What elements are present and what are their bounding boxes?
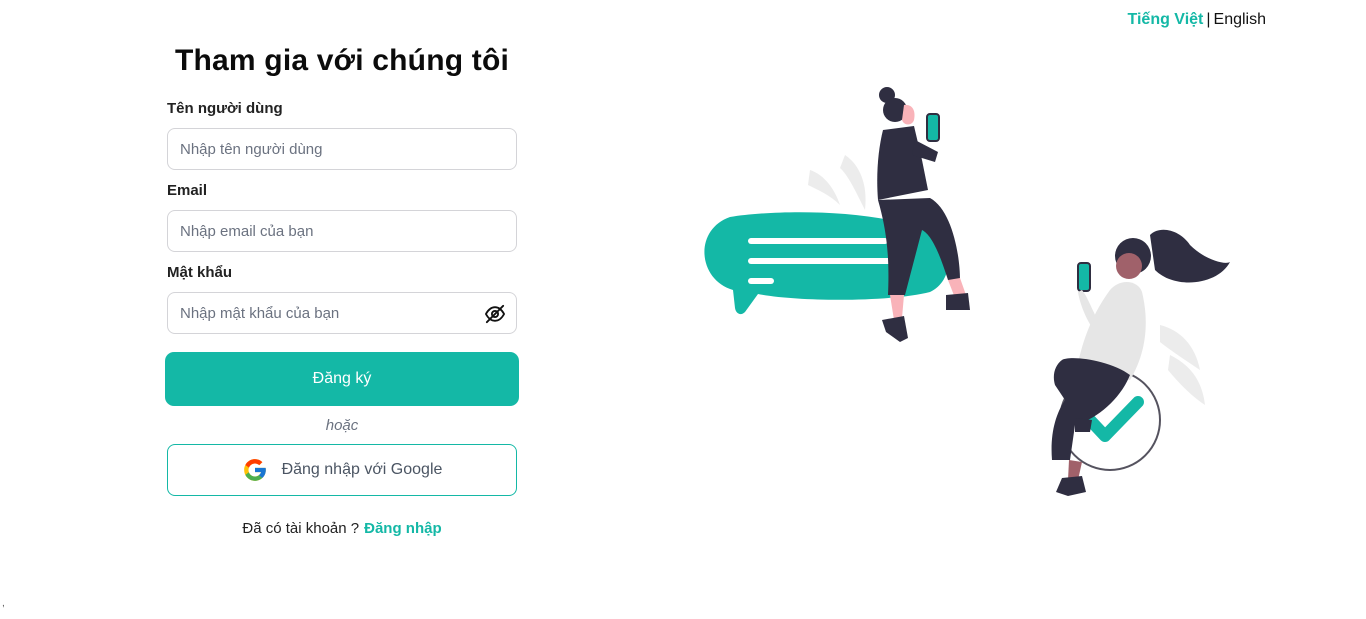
chat-line [748, 238, 888, 244]
username-field-wrapper [167, 128, 517, 170]
language-separator: | [1206, 11, 1211, 28]
email-input[interactable] [168, 211, 516, 251]
password-field-wrapper [167, 292, 517, 334]
leaf-decoration [840, 155, 866, 210]
have-account-text: Đã có tài khoản ? [242, 520, 360, 537]
hero-illustration [704, 87, 1230, 496]
google-signin-label: Đăng nhập với Google [281, 461, 443, 478]
language-english-link[interactable]: English [1214, 11, 1266, 28]
google-signin-button[interactable]: Đăng nhập với Google [167, 444, 517, 496]
leaf-decoration [808, 170, 840, 205]
language-switcher: Tiếng Việt | English [1127, 11, 1266, 29]
stray-mark: , [2, 598, 5, 609]
chat-line [748, 278, 774, 284]
language-vietnamese-link[interactable]: Tiếng Việt [1127, 11, 1203, 28]
signin-prompt: Đã có tài khoản ? Đăng nhập [165, 520, 519, 537]
leaf-decoration [1168, 355, 1205, 405]
chat-line [748, 258, 906, 264]
or-divider-text: hoặc [325, 417, 359, 434]
woman-with-ponytail-figure [1051, 229, 1230, 496]
signup-form: Tham gia với chúng tôi Tên người dùng Em… [165, 40, 519, 537]
woman-with-phone-figure [877, 87, 970, 342]
username-input[interactable] [168, 129, 516, 169]
password-label: Mật khẩu [167, 264, 233, 281]
signup-button[interactable]: Đăng ký [165, 352, 519, 406]
page-title: Tham gia với chúng tôi [174, 44, 510, 77]
google-icon [243, 459, 266, 481]
email-field-wrapper [167, 210, 517, 252]
password-input[interactable] [168, 293, 516, 333]
signin-link[interactable]: Đăng nhập [364, 520, 442, 537]
eye-off-icon[interactable] [484, 304, 506, 324]
email-label: Email [167, 182, 208, 199]
username-label: Tên người dùng [167, 100, 283, 117]
